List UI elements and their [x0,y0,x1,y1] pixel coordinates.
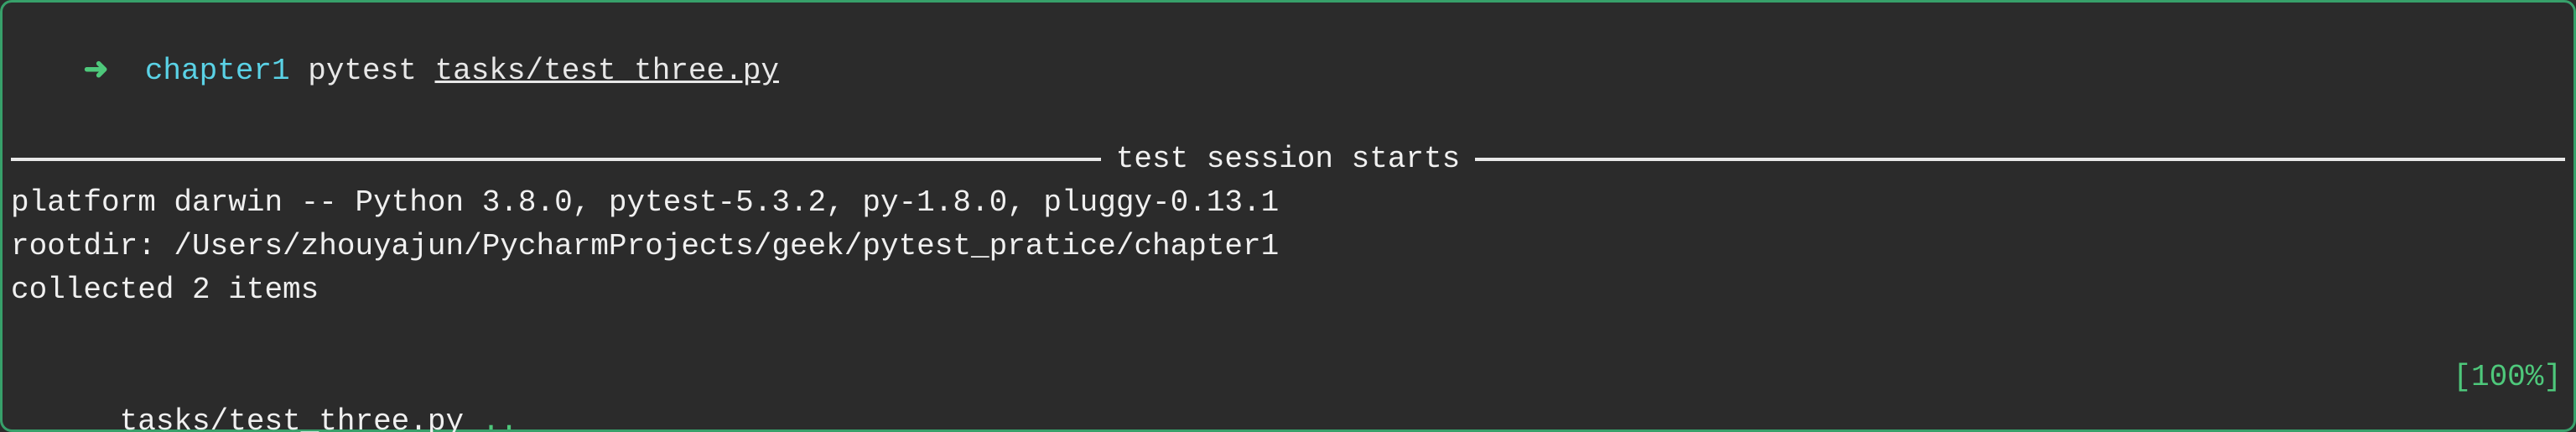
test-progress: [100%] [2453,356,2565,432]
command-arg: tasks/test_three.py [434,54,778,88]
prompt-cwd: chapter1 [145,54,290,88]
session-start-divider: test session starts [11,138,2565,181]
divider-line-right [1475,158,2565,161]
command-name: pytest [308,54,417,88]
prompt-line-1[interactable]: ➜ chapter1 pytest tasks/test_three.py [11,6,2565,138]
test-pass-dots: .. [482,404,518,432]
prompt-arrow-icon: ➜ [83,54,108,88]
session-start-label: test session starts [1111,138,1465,181]
test-result-line: tasks/test_three.py .. [100%] [11,356,2565,432]
divider-line-left [11,158,1101,161]
terminal-window: ➜ chapter1 pytest tasks/test_three.py te… [0,0,2576,432]
collected-line: collected 2 items [11,268,2565,312]
rootdir-line: rootdir: /Users/zhouyajun/PycharmProject… [11,225,2565,268]
platform-line: platform darwin -- Python 3.8.0, pytest-… [11,181,2565,225]
test-file-name: tasks/test_three.py [120,404,482,432]
blank-line [11,312,2565,356]
